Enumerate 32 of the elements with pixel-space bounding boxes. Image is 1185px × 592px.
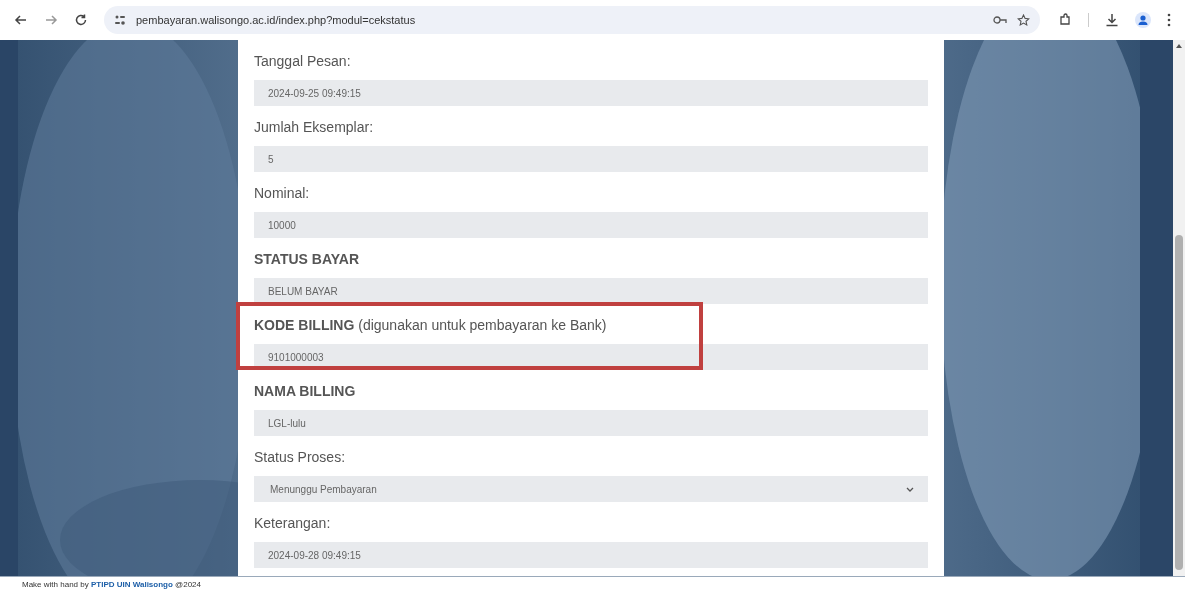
download-icon[interactable] xyxy=(1105,13,1119,27)
puzzle-icon[interactable] xyxy=(1058,13,1072,27)
address-bar[interactable]: pembayaran.walisongo.ac.id/index.php?modul=cekstatus xyxy=(104,6,1040,34)
footer-text: Make with hand by PTIPD UIN Walisongo @2024 xyxy=(22,578,201,591)
footer-link[interactable]: PTIPD UIN Walisongo xyxy=(90,579,173,589)
input-field[interactable]: 10000 xyxy=(254,212,928,238)
field-label: Tanggal Pesan: xyxy=(254,52,351,71)
scroll-up-icon[interactable] xyxy=(1176,44,1182,48)
input-field[interactable]: LGL-lulu xyxy=(254,410,928,436)
reload-icon[interactable] xyxy=(74,13,88,27)
field-label: NAMA BILLING xyxy=(254,382,356,401)
field-label: STATUS BAYAR xyxy=(254,250,360,269)
field-label: Nominal: xyxy=(254,184,310,203)
forward-icon[interactable] xyxy=(44,13,58,27)
field-label: Keterangan: xyxy=(254,514,331,533)
url-text: pembayaran.walisongo.ac.id/index.php?modul=cekstatus xyxy=(136,12,416,28)
field-label: KODE BILLING (digunakan untuk pembayaran ke Bank) xyxy=(254,316,607,335)
select-field[interactable]: Menunggu Pembayaran xyxy=(254,476,928,502)
field-label: Status Proses: xyxy=(254,448,346,467)
scrollbar-thumb[interactable] xyxy=(1175,235,1183,570)
input-field[interactable]: 5 xyxy=(254,146,928,172)
chevron-down-icon xyxy=(906,486,914,492)
back-icon[interactable] xyxy=(14,13,28,27)
field-label: Jumlah Eksemplar: xyxy=(254,118,374,137)
profile-icon[interactable] xyxy=(1135,12,1151,28)
star-icon[interactable] xyxy=(1017,13,1030,27)
menu-icon[interactable] xyxy=(1167,13,1171,27)
input-field[interactable]: 2024-09-25 09:49:15 xyxy=(254,80,928,106)
key-icon[interactable] xyxy=(993,15,1007,25)
input-field[interactable]: 2024-09-28 09:49:15 xyxy=(254,542,928,568)
input-field[interactable]: BELUM BAYAR xyxy=(254,278,928,304)
site-info-icon[interactable] xyxy=(114,14,126,26)
